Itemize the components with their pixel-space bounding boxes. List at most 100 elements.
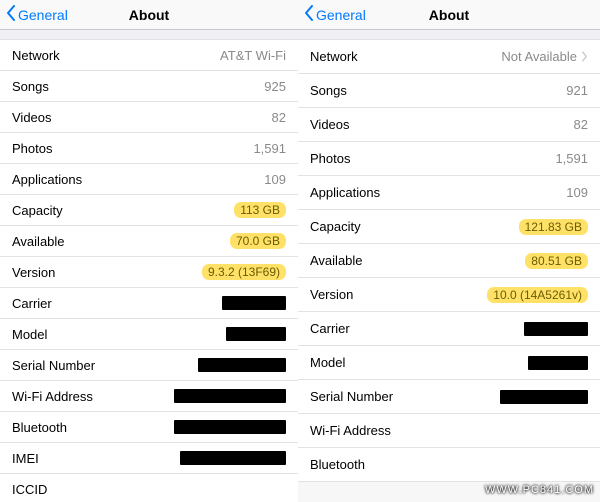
row-applications[interactable]: Applications 109 <box>298 176 600 210</box>
highlight-badge: 9.3.2 (13F69) <box>202 264 286 280</box>
row-label: Songs <box>310 83 347 98</box>
row-value: 80.51 GB <box>525 253 588 269</box>
row-label: Serial Number <box>310 389 393 404</box>
row-available[interactable]: Available 80.51 GB <box>298 244 600 278</box>
row-value: 1,591 <box>555 151 588 166</box>
row-model[interactable]: Model <box>0 319 298 350</box>
row-value: 113 GB <box>234 202 286 218</box>
row-value: 1,591 <box>253 141 286 156</box>
redacted-value <box>524 322 588 336</box>
row-label: Available <box>12 234 65 249</box>
about-screen-left: General About Network AT&T Wi-Fi Songs 9… <box>0 0 298 502</box>
redacted-value <box>180 451 286 465</box>
row-label: Carrier <box>12 296 52 311</box>
row-capacity[interactable]: Capacity 121.83 GB <box>298 210 600 244</box>
chevron-left-icon <box>6 5 16 24</box>
back-label: General <box>316 7 366 23</box>
row-label: Bluetooth <box>310 457 365 472</box>
row-label: Applications <box>12 172 82 187</box>
row-iccid[interactable]: ICCID <box>0 474 298 502</box>
section-spacer <box>0 30 298 40</box>
highlight-badge: 10.0 (14A5261v) <box>487 287 588 303</box>
row-label: Model <box>12 327 47 342</box>
redacted-value <box>528 356 588 370</box>
chevron-left-icon <box>304 5 314 24</box>
row-label: Photos <box>12 141 52 156</box>
row-label: Version <box>310 287 353 302</box>
about-screen-right: General About Network Not Available Song… <box>298 0 600 502</box>
row-value: 70.0 GB <box>230 233 286 249</box>
row-imei[interactable]: IMEI <box>0 443 298 474</box>
row-photos[interactable]: Photos 1,591 <box>0 133 298 164</box>
row-value: AT&T Wi-Fi <box>220 48 286 63</box>
row-value <box>528 356 588 370</box>
back-label: General <box>18 7 68 23</box>
redacted-value <box>174 420 286 434</box>
row-value <box>174 389 286 403</box>
row-carrier[interactable]: Carrier <box>0 288 298 319</box>
row-value: 82 <box>574 117 588 132</box>
row-value <box>226 327 286 341</box>
row-label: Network <box>12 48 60 63</box>
row-videos[interactable]: Videos 82 <box>0 102 298 133</box>
row-label: Photos <box>310 151 350 166</box>
redacted-value <box>198 358 286 372</box>
row-songs[interactable]: Songs 925 <box>0 71 298 102</box>
row-version[interactable]: Version 9.3.2 (13F69) <box>0 257 298 288</box>
row-label: Songs <box>12 79 49 94</box>
redacted-value <box>174 389 286 403</box>
row-value <box>174 420 286 434</box>
row-photos[interactable]: Photos 1,591 <box>298 142 600 176</box>
row-label: Available <box>310 253 363 268</box>
row-label: Serial Number <box>12 358 95 373</box>
navbar: General About <box>298 0 600 30</box>
row-value: 9.3.2 (13F69) <box>202 264 286 280</box>
row-value: 921 <box>566 83 588 98</box>
row-label: Wi-Fi Address <box>12 389 93 404</box>
about-list: Network AT&T Wi-Fi Songs 925 Videos 82 P… <box>0 40 298 502</box>
row-songs[interactable]: Songs 921 <box>298 74 600 108</box>
row-label: Version <box>12 265 55 280</box>
row-version[interactable]: Version 10.0 (14A5261v) <box>298 278 600 312</box>
row-bluetooth[interactable]: Bluetooth <box>0 412 298 443</box>
section-spacer <box>298 30 600 40</box>
row-label: IMEI <box>12 451 39 466</box>
highlight-badge: 80.51 GB <box>525 253 588 269</box>
row-wifi[interactable]: Wi-Fi Address <box>0 381 298 412</box>
row-videos[interactable]: Videos 82 <box>298 108 600 142</box>
row-label: Applications <box>310 185 380 200</box>
row-available[interactable]: Available 70.0 GB <box>0 226 298 257</box>
redacted-value <box>500 390 588 404</box>
row-applications[interactable]: Applications 109 <box>0 164 298 195</box>
back-button[interactable]: General <box>304 5 366 24</box>
row-value: 82 <box>272 110 286 125</box>
row-label: Capacity <box>310 219 361 234</box>
row-value <box>180 451 286 465</box>
highlight-badge: 121.83 GB <box>519 219 588 235</box>
row-value <box>524 322 588 336</box>
row-value <box>500 390 588 404</box>
row-label: Capacity <box>12 203 63 218</box>
row-label: Bluetooth <box>12 420 67 435</box>
row-label: Model <box>310 355 345 370</box>
row-value: 10.0 (14A5261v) <box>487 287 588 303</box>
row-value: 925 <box>264 79 286 94</box>
redacted-value <box>226 327 286 341</box>
watermark: WWW.PC841.COM <box>485 484 594 496</box>
row-serial[interactable]: Serial Number <box>298 380 600 414</box>
row-serial[interactable]: Serial Number <box>0 350 298 381</box>
row-network[interactable]: Network AT&T Wi-Fi <box>0 40 298 71</box>
row-value <box>222 296 286 310</box>
highlight-badge: 70.0 GB <box>230 233 286 249</box>
row-bluetooth[interactable]: Bluetooth <box>298 448 600 482</box>
row-model[interactable]: Model <box>298 346 600 380</box>
row-carrier[interactable]: Carrier <box>298 312 600 346</box>
row-label: Videos <box>12 110 52 125</box>
row-wifi[interactable]: Wi-Fi Address <box>298 414 600 448</box>
row-capacity[interactable]: Capacity 113 GB <box>0 195 298 226</box>
navbar: General About <box>0 0 298 30</box>
row-network[interactable]: Network Not Available <box>298 40 600 74</box>
row-value: 109 <box>566 185 588 200</box>
row-label: ICCID <box>12 482 47 497</box>
back-button[interactable]: General <box>6 5 68 24</box>
